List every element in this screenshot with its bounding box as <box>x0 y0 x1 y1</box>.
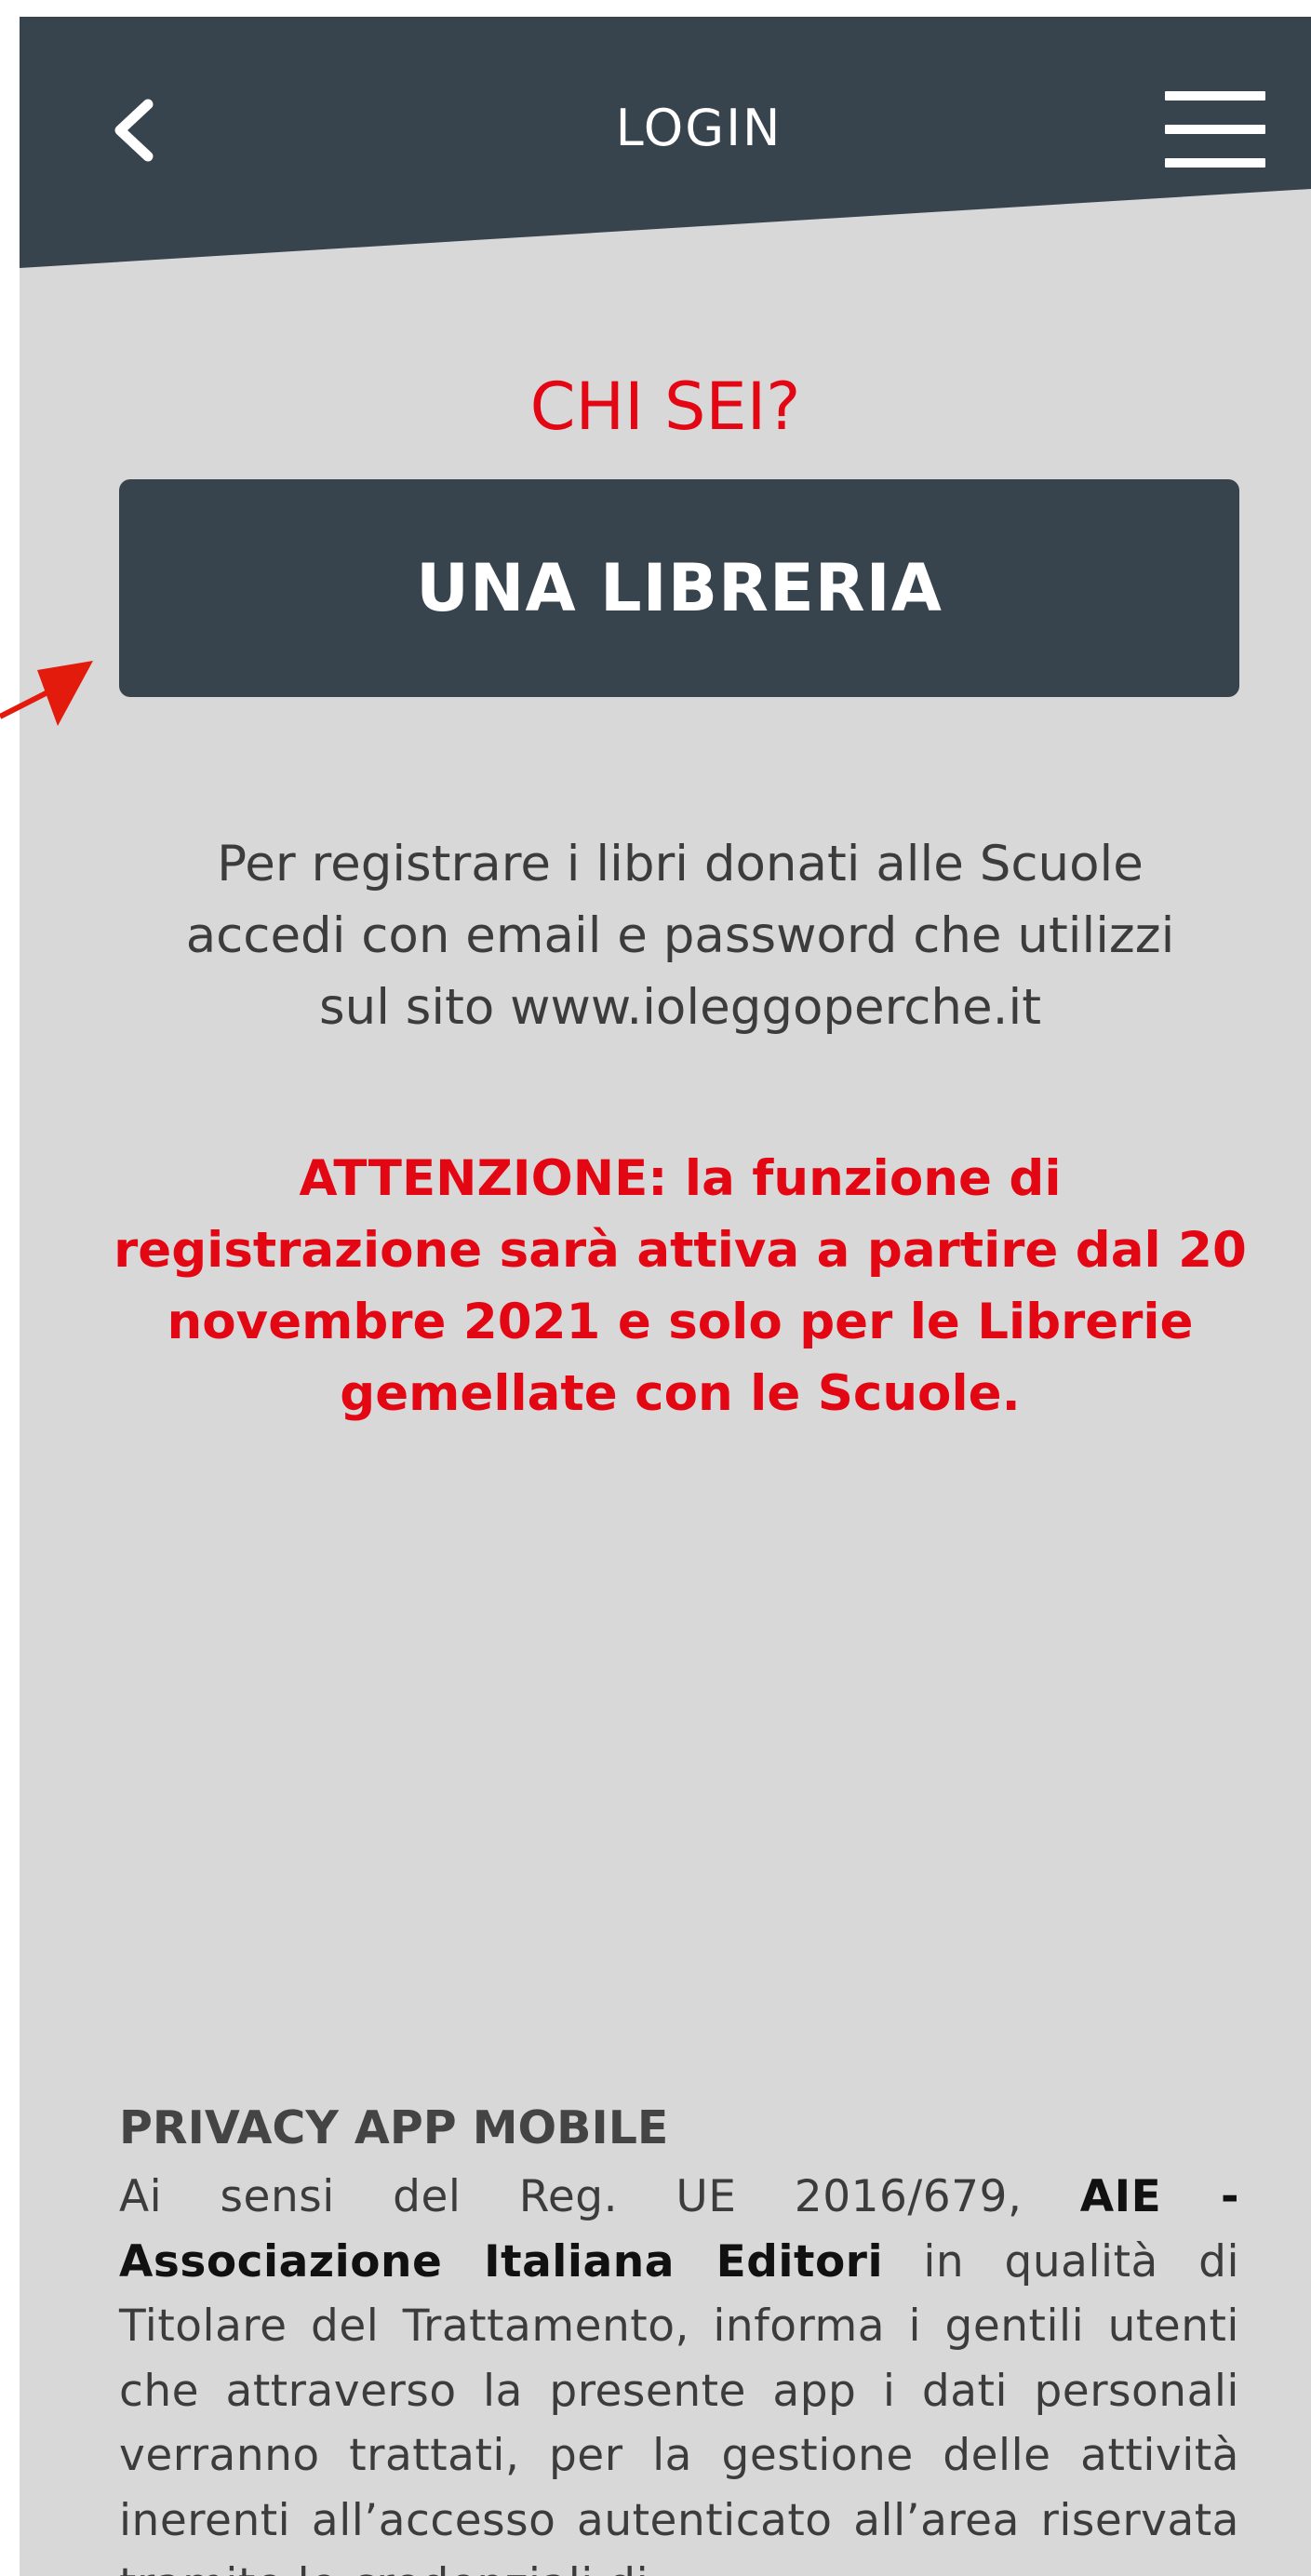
top-bar: LOGIN <box>20 17 1311 277</box>
library-button-label: UNA LIBRERIA <box>416 550 943 626</box>
privacy-intro: Ai sensi del Reg. UE 2016/679, <box>119 2171 1080 2222</box>
menu-button[interactable] <box>1159 84 1271 177</box>
chevron-left-icon <box>114 99 154 162</box>
warning-line: registrazione sarà attiva a partire dal … <box>114 1222 1247 1279</box>
warning-line: novembre 2021 e solo per le Librerie <box>167 1294 1194 1350</box>
privacy-title: PRIVACY APP MOBILE <box>119 2101 669 2154</box>
privacy-text: Ai sensi del Reg. UE 2016/679, AIE - Ass… <box>119 2165 1239 2576</box>
info-line: Per registrare i libri donati alle Scuol… <box>217 836 1144 892</box>
page-title: LOGIN <box>615 99 783 157</box>
warning-line: ATTENZIONE: la funzione di <box>299 1150 1062 1207</box>
login-info-text: Per registrare i libri donati alle Scuol… <box>131 828 1229 1043</box>
info-line: sul sito www.ioleggoperche.it <box>319 979 1041 1036</box>
info-line: accedi con email e password che utilizzi <box>185 907 1175 964</box>
library-login-button[interactable]: UNA LIBRERIA <box>119 479 1239 697</box>
registration-warning: ATTENZIONE: la funzione di registrazione… <box>113 1143 1248 1429</box>
warning-line: gemellate con le Scuole. <box>340 1365 1021 1422</box>
red-arrow-annotation <box>0 661 93 726</box>
back-button[interactable] <box>85 82 178 184</box>
menu-icon-bar <box>1165 125 1265 134</box>
who-are-you-heading: CHI SEI? <box>529 369 801 445</box>
menu-icon-bar <box>1165 91 1265 101</box>
app-screen: LOGIN CHI SEI? UNA LIBRERIA Per registra… <box>20 17 1311 2576</box>
menu-icon-bar <box>1165 158 1265 168</box>
